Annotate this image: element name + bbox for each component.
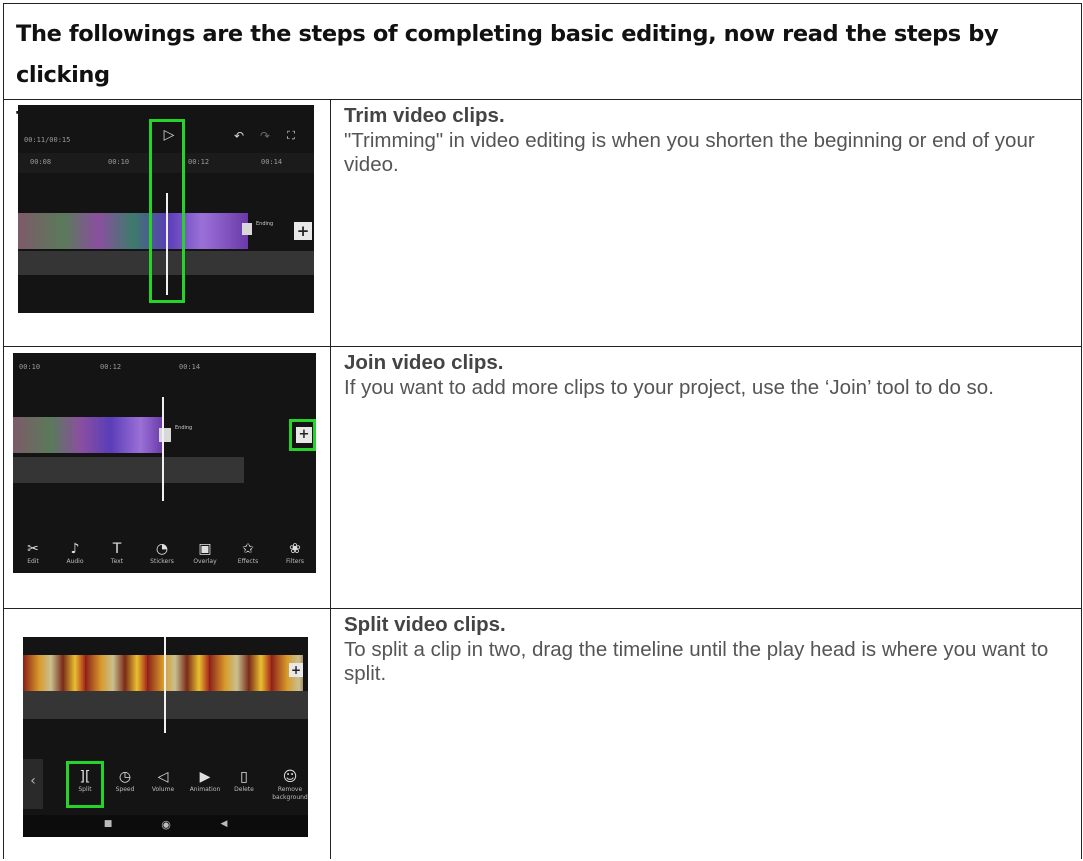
step-row-join: 00:10 00:12 00:14 Ending + ✂ Edit ♪ Audio … — [4, 347, 1081, 609]
document: The followings are the steps of completi… — [3, 3, 1082, 859]
tool-stickers[interactable]: ◔ Stickers — [142, 541, 182, 566]
tick-label: 00:12 — [100, 363, 122, 371]
highlight-box — [149, 119, 185, 303]
playhead[interactable] — [164, 637, 166, 733]
tool-volume[interactable]: ◁ Volume — [143, 769, 183, 794]
music-note-icon: ♪ — [70, 541, 80, 557]
step-title: Join video clips. — [344, 351, 504, 374]
redo-icon[interactable]: ↷ — [258, 129, 272, 143]
step-title: Trim video clips. — [344, 104, 505, 127]
animation-icon: ▶ — [199, 769, 211, 785]
highlight-box — [66, 761, 104, 808]
step-row-trim: 00:11/00:15 ▷ ↶ ↷ ⛶ 00:08 00:10 00:12 00… — [4, 100, 1081, 347]
tool-overlay[interactable]: ▣ Overlay — [185, 541, 225, 566]
tick-label: 00:14 — [179, 363, 201, 371]
volume-icon: ◁ — [157, 769, 169, 785]
tool-speed[interactable]: ◷ Speed — [105, 769, 145, 794]
filters-icon: ❀ — [289, 541, 301, 557]
person-icon: ☺ — [282, 769, 298, 785]
tick-label: 00:10 — [108, 158, 130, 166]
step-description: "Trimming" in video editing is when you … — [344, 128, 1035, 177]
step-text: Split video clips. To split a clip in tw… — [344, 613, 1069, 687]
tick-label: 00:10 — [19, 363, 41, 371]
step-row-split: + ‹ ][Split ◷ Speed ◁ Volume ▶ Animation ▯ D… — [4, 609, 1081, 859]
video-clip-track[interactable] — [13, 417, 163, 453]
fullscreen-icon[interactable]: ⛶ — [284, 129, 298, 143]
clip-handle[interactable] — [242, 223, 252, 235]
trim-screenshot: 00:11/00:15 ▷ ↶ ↷ ⛶ 00:08 00:10 00:12 00… — [18, 105, 314, 313]
recents-icon[interactable]: ■ — [101, 819, 115, 829]
chevron-left-icon: ‹ — [30, 773, 36, 789]
tool-remove-background[interactable]: ☺ Remove background — [270, 769, 308, 802]
tick-label: 00:12 — [188, 158, 210, 166]
overlay-icon: ▣ — [198, 541, 212, 557]
video-clip-track[interactable] — [23, 655, 303, 691]
back-button[interactable]: ‹ — [23, 759, 43, 809]
clip-handle[interactable] — [159, 428, 171, 442]
tool-text[interactable]: T Text — [97, 541, 137, 566]
tool-effects[interactable]: ✩ Effects — [228, 541, 268, 566]
step-image-cell: 00:11/00:15 ▷ ↶ ↷ ⛶ 00:08 00:10 00:12 00… — [4, 100, 331, 346]
video-clip-track[interactable] — [18, 213, 248, 249]
back-triangle-icon[interactable]: ◀ — [217, 819, 231, 829]
step-image-cell: 00:10 00:12 00:14 Ending + ✂ Edit ♪ Audio … — [4, 347, 331, 608]
playhead[interactable] — [162, 397, 164, 501]
step-title: Split video clips. — [344, 613, 506, 636]
instructions-header: The followings are the steps of completi… — [4, 3, 1081, 129]
home-icon[interactable]: ◉ — [159, 818, 173, 831]
tool-filters[interactable]: ❀ Filters — [275, 541, 315, 566]
timecode: 00:11/00:15 — [24, 136, 71, 144]
sticker-icon: ◔ — [155, 541, 169, 557]
highlight-box — [289, 419, 316, 451]
android-nav-bar: ■ ◉ ◀ — [23, 815, 308, 837]
step-image-cell: + ‹ ][Split ◷ Speed ◁ Volume ▶ Animation ▯ D… — [4, 609, 331, 859]
add-clip-button[interactable]: + — [289, 663, 303, 677]
step-description: To split a clip in two, drag the timelin… — [344, 637, 1049, 686]
undo-icon[interactable]: ↶ — [232, 129, 246, 143]
trash-icon: ▯ — [240, 769, 248, 785]
join-screenshot: 00:10 00:12 00:14 Ending + ✂ Edit ♪ Audio … — [13, 353, 316, 573]
header-line-1: The followings are the steps of completi… — [16, 21, 999, 88]
step-text: Trim video clips. "Trimming" in video ed… — [344, 104, 1069, 178]
step-text: Join video clips. If you want to add mor… — [344, 351, 1069, 400]
ending-label: Ending — [256, 221, 274, 227]
effects-star-icon: ✩ — [242, 541, 254, 557]
scissors-icon: ✂ — [27, 541, 39, 557]
tick-label: 00:14 — [261, 158, 283, 166]
tool-animation[interactable]: ▶ Animation — [185, 769, 225, 794]
ending-label: Ending — [175, 425, 193, 431]
tool-delete[interactable]: ▯ Delete — [224, 769, 264, 794]
audio-track — [13, 457, 244, 483]
add-clip-button[interactable]: + — [294, 222, 312, 240]
tool-audio[interactable]: ♪ Audio — [55, 541, 95, 566]
tick-label: 00:08 — [30, 158, 52, 166]
split-screenshot: + ‹ ][Split ◷ Speed ◁ Volume ▶ Animation ▯ D… — [23, 637, 308, 837]
step-description: If you want to add more clips to your pr… — [344, 375, 994, 399]
text-icon: T — [112, 541, 122, 557]
tool-edit[interactable]: ✂ Edit — [13, 541, 53, 566]
speed-gauge-icon: ◷ — [118, 769, 132, 785]
